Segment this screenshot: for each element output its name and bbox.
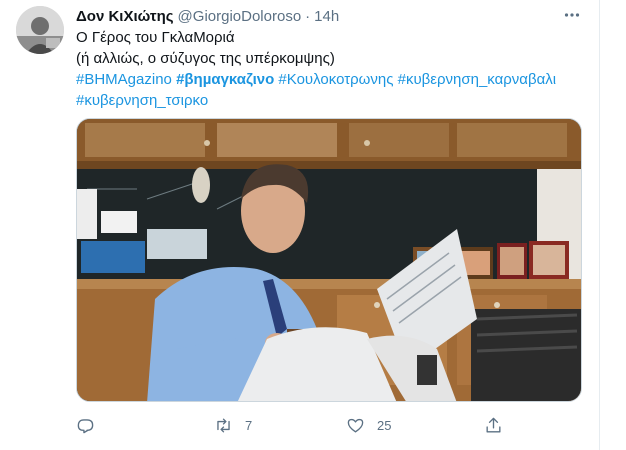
heart-icon	[347, 418, 364, 433]
reply-button[interactable]	[76, 416, 214, 435]
photo-image	[77, 119, 581, 401]
tweet-text-line-2: (ή αλλιώς, ο σύζυγος της υπέρκομψης)	[76, 50, 335, 67]
hashtag-link[interactable]: #βηµαγκαζινο	[176, 71, 274, 88]
display-name[interactable]: Δον ΚιΧιώτης	[76, 8, 174, 25]
hashtag-line: #κυβερνηση_τσιρκο	[76, 90, 581, 111]
share-icon	[486, 417, 501, 433]
separator-dot: ·	[305, 7, 311, 25]
more-options-button[interactable]	[560, 4, 584, 26]
user-handle[interactable]: @GiorgioDoloroso	[178, 8, 302, 25]
tweet-header: Δον ΚιΧιώτης @GiorgioDoloroso · 14h	[76, 6, 339, 26]
reply-icon	[77, 418, 94, 433]
like-button[interactable]: 25	[346, 416, 484, 435]
avatar[interactable]	[16, 6, 64, 54]
hashtag-link[interactable]: #Κουλοκοτρωνης	[278, 71, 393, 88]
retweet-button[interactable]: 7	[214, 416, 346, 435]
tweet-photo[interactable]	[76, 118, 582, 402]
retweet-icon	[217, 417, 230, 433]
avatar-image	[16, 6, 64, 54]
hashtag-link[interactable]: #BHMAgazino	[76, 71, 172, 88]
share-button[interactable]	[484, 416, 503, 435]
tweet-text-line-1: Ο Γέρος του ΓκλαΜοριά	[76, 29, 235, 46]
retweet-count: 7	[245, 417, 253, 433]
tweet[interactable]: Δον ΚιΧιώτης @GiorgioDoloroso · 14h Ο Γέ…	[0, 0, 600, 450]
timestamp[interactable]: 14h	[314, 8, 339, 25]
more-horizontal-icon	[564, 13, 580, 17]
tweet-text: Ο Γέρος του ΓκλαΜοριά (ή αλλιώς, ο σύζυγ…	[76, 27, 581, 111]
tweet-actions: 7 25	[76, 412, 506, 438]
hashtag-line: #BHMAgazino #βηµαγκαζινο #Κουλοκοτρωνης …	[76, 69, 581, 90]
hashtag-link[interactable]: #κυβερνηση_τσιρκο	[76, 92, 208, 109]
hashtag-link[interactable]: #κυβερνηση_καρναβαλι	[398, 71, 557, 88]
like-count: 25	[377, 417, 392, 433]
